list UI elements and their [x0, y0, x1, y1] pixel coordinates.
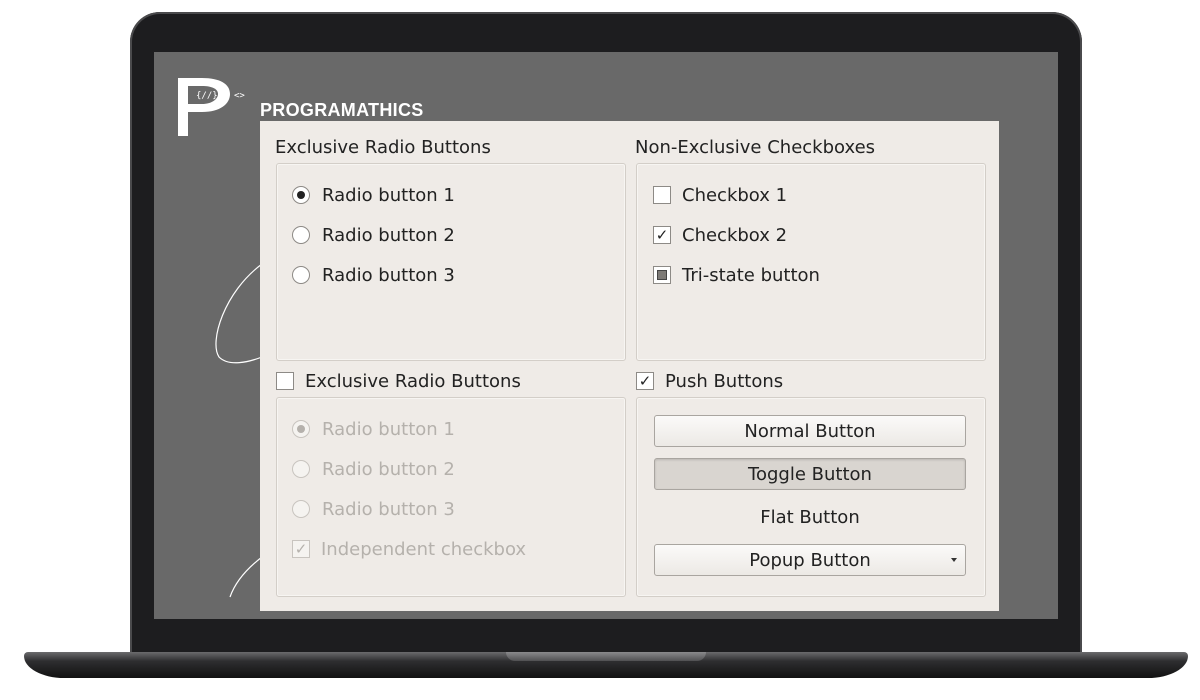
radio-label: Radio button 3 [322, 498, 455, 520]
svg-text:{//}: {//} [196, 91, 218, 101]
group-title-label: Exclusive Radio Buttons [305, 370, 521, 392]
radio-indicator [292, 420, 310, 438]
checkbox-label: Checkbox 2 [682, 224, 788, 246]
checkbox-1[interactable]: Checkbox 1 [653, 182, 787, 208]
disabled-independent-checkbox: ✓ Independent checkbox [292, 536, 526, 562]
checkbox-indicator [653, 186, 671, 204]
dropdown-arrow-icon [951, 558, 957, 562]
radio-indicator [292, 500, 310, 518]
programathics-logo-icon: {//} <> [178, 78, 245, 136]
radio-button-3[interactable]: Radio button 3 [292, 262, 455, 288]
radio-button-2[interactable]: Radio button 2 [292, 222, 455, 248]
laptop-screen: {//} <> PROGRAMATHICS Exclusive Radio Bu… [154, 52, 1058, 619]
radio-label: Radio button 2 [322, 458, 455, 480]
radio-label: Radio button 1 [322, 184, 455, 206]
checkbox-label: Tri-state button [682, 264, 820, 286]
radio-indicator [292, 186, 310, 204]
radio-indicator [292, 226, 310, 244]
group-toggle-exclusive-radio[interactable]: Exclusive Radio Buttons [276, 368, 521, 394]
qt-widget-gallery-window: Exclusive Radio Buttons Radio button 1 R… [260, 121, 999, 611]
group-title-exclusive-radio: Exclusive Radio Buttons [275, 136, 491, 158]
disabled-radio-button-2: Radio button 2 [292, 456, 455, 482]
brand-name: PROGRAMATHICS [260, 100, 424, 120]
radio-label: Radio button 3 [322, 264, 455, 286]
radio-button-1[interactable]: Radio button 1 [292, 182, 455, 208]
popup-button[interactable]: Popup Button [654, 544, 966, 576]
radio-indicator [292, 266, 310, 284]
popup-button-label: Popup Button [749, 549, 871, 571]
radio-label: Radio button 2 [322, 224, 455, 246]
radio-label: Radio button 1 [322, 418, 455, 440]
disabled-radio-button-3: Radio button 3 [292, 496, 455, 522]
group-checkbox-indicator [276, 372, 294, 390]
group-title-checkboxes: Non-Exclusive Checkboxes [635, 136, 876, 158]
checkbox-label: Checkbox 1 [682, 184, 788, 206]
disabled-radio-button-1: Radio button 1 [292, 416, 455, 442]
laptop-hinge-notch [506, 652, 706, 661]
check-mark-icon: ✓ [653, 226, 671, 244]
partial-check-icon [653, 266, 671, 284]
normal-button[interactable]: Normal Button [654, 415, 966, 447]
checkbox-label: Independent checkbox [321, 538, 527, 560]
group-toggle-push-buttons[interactable]: ✓ Push Buttons [636, 368, 783, 394]
check-mark-icon: ✓ [292, 540, 310, 558]
flat-button[interactable]: Flat Button [654, 501, 966, 533]
checkbox-2[interactable]: ✓ Checkbox 2 [653, 222, 787, 248]
svg-text:<>: <> [234, 91, 245, 101]
group-title-label: Push Buttons [665, 370, 784, 392]
radio-indicator [292, 460, 310, 478]
check-mark-icon: ✓ [636, 372, 654, 390]
toggle-button[interactable]: Toggle Button [654, 458, 966, 490]
tri-state-checkbox[interactable]: Tri-state button [653, 262, 820, 288]
